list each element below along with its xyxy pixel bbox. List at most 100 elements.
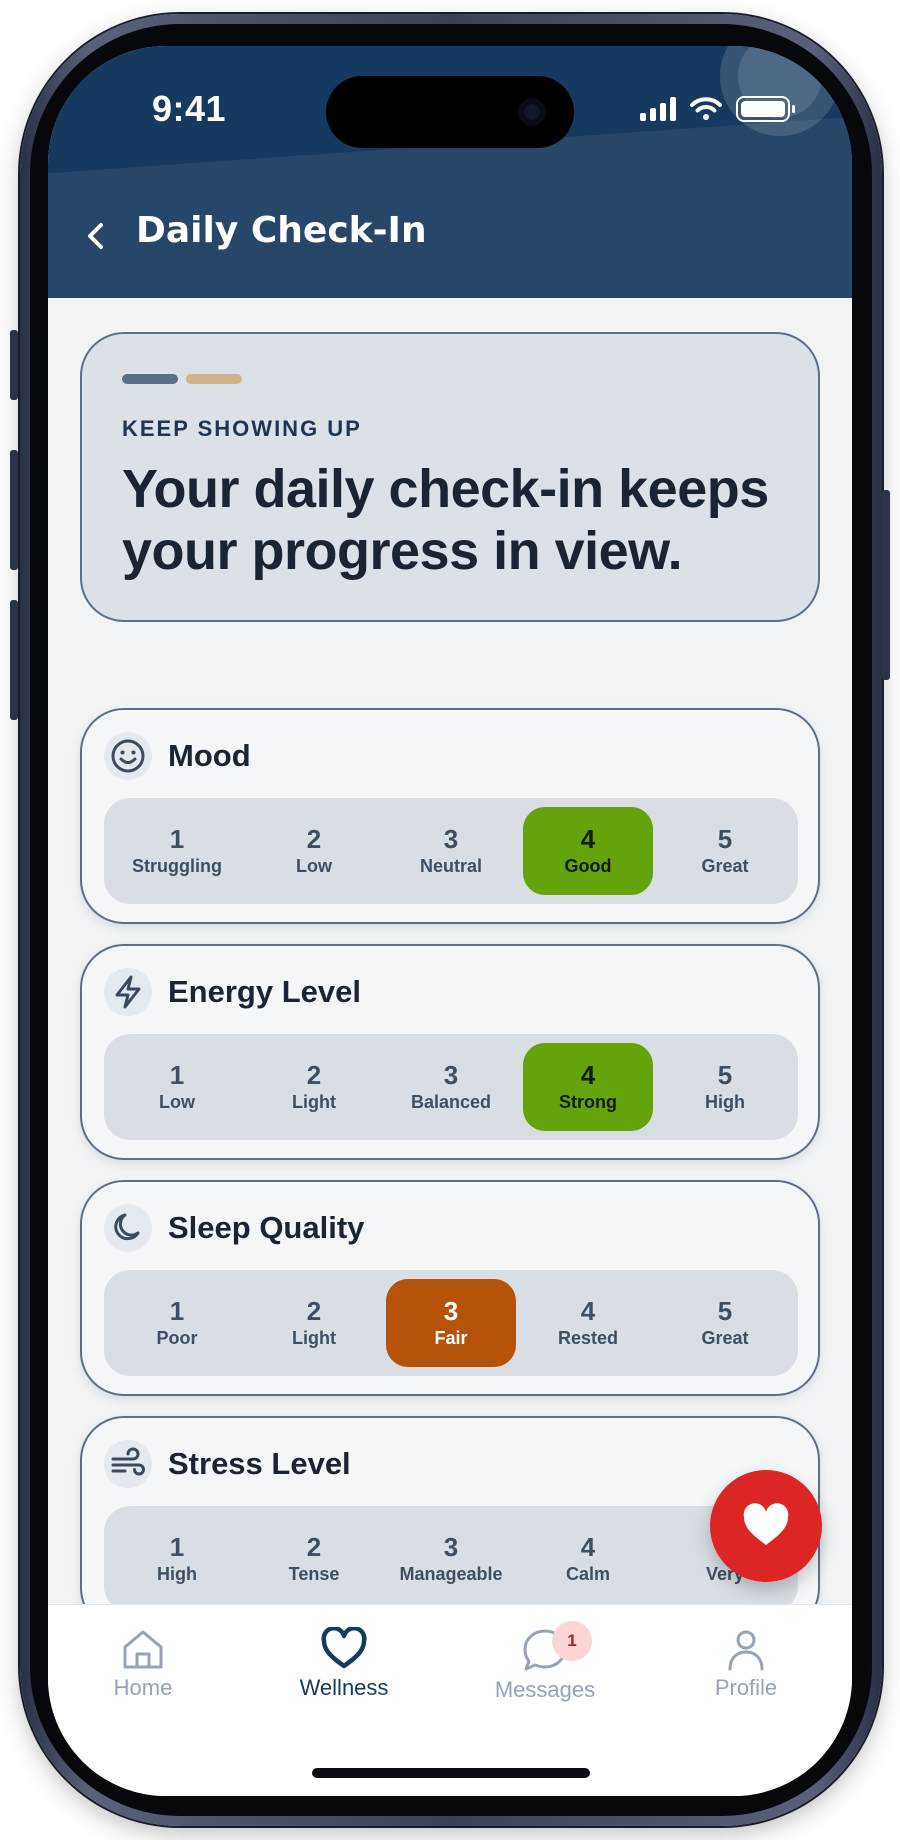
heart-outline-icon [321, 1627, 367, 1669]
tab-home[interactable]: Home [48, 1627, 238, 1717]
tab-wellness[interactable]: Wellness [249, 1627, 439, 1717]
energy-option-4-selected[interactable]: 4 Strong [523, 1043, 653, 1131]
energy-option-2[interactable]: 2 Light [249, 1043, 379, 1131]
energy-option-5[interactable]: 5 High [660, 1043, 790, 1131]
option-label: High [157, 1564, 197, 1584]
wind-icon [111, 1447, 145, 1476]
sleep-icon-badge [104, 1204, 152, 1252]
tab-label: Messages [494, 1677, 596, 1702]
option-label: Struggling [132, 856, 222, 876]
mood-option-5[interactable]: 5 Great [660, 807, 790, 895]
option-number: 5 [717, 824, 733, 854]
mood-option-3[interactable]: 3 Neutral [386, 807, 516, 895]
energy-option-3[interactable]: 3 Balanced [386, 1043, 516, 1131]
app-header: 9:41 Daily Check-In [48, 46, 852, 298]
heart-icon [743, 1503, 789, 1545]
wellness-fab[interactable] [710, 1470, 822, 1582]
mood-option-4-selected[interactable]: 4 Good [523, 807, 653, 895]
option-label: Light [292, 1092, 336, 1112]
tab-label: Profile [714, 1675, 778, 1700]
hero-accent-pill-secondary [186, 374, 242, 384]
option-label: Good [564, 856, 612, 876]
option-number: 4 [580, 1060, 596, 1090]
hero-card: KEEP SHOWING UP Your daily check-in keep… [80, 332, 820, 622]
tab-label: Home [113, 1675, 173, 1700]
option-label: High [705, 1092, 745, 1112]
volume-down-button [10, 600, 18, 720]
option-number: 4 [580, 824, 596, 854]
stress-icon-badge [104, 1440, 152, 1488]
stress-option-3[interactable]: 3 Manageable [386, 1515, 516, 1603]
hero-accent-pill [122, 374, 178, 384]
home-icon [123, 1630, 163, 1669]
option-number: 2 [306, 1296, 322, 1326]
back-button[interactable] [74, 214, 118, 258]
energy-icon-badge [104, 968, 152, 1016]
metric-label: Sleep Quality [168, 1210, 365, 1245]
hero-eyebrow: KEEP SHOWING UP [122, 416, 362, 441]
tab-profile[interactable]: Profile [651, 1627, 841, 1717]
energy-option-1[interactable]: 1 Low [112, 1043, 242, 1131]
stress-scale: 1High 2Tense 3Manageable 4Calm 5Very [104, 1506, 798, 1604]
option-label: Fair [434, 1328, 468, 1348]
dynamic-island [326, 76, 574, 148]
lightning-icon [115, 975, 141, 1009]
energy-card: Energy Level 1 Low 2 Light 3 Balanced 4 Stro… [80, 944, 820, 1160]
status-icons [640, 96, 795, 122]
action-button [10, 330, 18, 400]
option-label: Balanced [410, 1092, 492, 1112]
option-number: 5 [717, 1060, 733, 1090]
option-label: Strong [559, 1092, 617, 1112]
page-title: Daily Check-In [136, 210, 427, 251]
option-label: Great [701, 856, 749, 876]
metric-label: Stress Level [168, 1446, 351, 1481]
sleep-option-5[interactable]: 5 Great [660, 1279, 790, 1367]
sleep-card: Sleep Quality 1 Poor 2 Light 3 Fair 4 Rested… [80, 1180, 820, 1396]
sleep-option-2[interactable]: 2 Light [249, 1279, 379, 1367]
option-label: Manageable [399, 1564, 503, 1584]
option-number: 3 [443, 824, 459, 854]
moon-icon [114, 1213, 140, 1241]
cellular-signal-icon [640, 97, 676, 121]
mood-scale: 1 Struggling 2 Low 3 Neutral 4 Good 5 Great [104, 798, 798, 904]
option-label: Neutral [419, 856, 482, 876]
option-number: 2 [306, 1532, 322, 1562]
option-label: Low [296, 856, 332, 876]
mood-option-1[interactable]: 1 Struggling [112, 807, 242, 895]
mood-option-2[interactable]: 2 Low [249, 807, 379, 895]
volume-up-button [10, 450, 18, 570]
option-label: Rested [557, 1328, 619, 1348]
stress-option-1[interactable]: 1 High [112, 1515, 242, 1603]
status-time: 9:41 [152, 88, 227, 129]
option-number: 3 [443, 1296, 459, 1326]
user-icon [728, 1630, 764, 1671]
main-content[interactable]: KEEP SHOWING UP Your daily check-in keep… [48, 298, 852, 1604]
stress-card: Stress Level 1 High 2 Tense 3 Manageable 4C… [80, 1416, 820, 1604]
sleep-scale: 1 Poor 2 Light 3 Fair 4 Rested 5 Great [104, 1270, 798, 1376]
metric-label: Energy Level [168, 974, 361, 1009]
chevron-left-icon [88, 223, 103, 249]
home-indicator[interactable] [312, 1768, 590, 1778]
tab-messages[interactable]: Messages 1 [450, 1621, 640, 1717]
hero-headline: Your daily check-in keeps your progress … [122, 459, 769, 581]
sleep-option-1[interactable]: 1 Poor [112, 1279, 242, 1367]
battery-icon [736, 96, 795, 122]
metric-label: Mood [168, 738, 251, 773]
option-number: 3 [443, 1060, 459, 1090]
option-number: 2 [306, 1060, 322, 1090]
option-label: Poor [156, 1328, 198, 1348]
energy-scale: 1 Low 2 Light 3 Balanced 4 Strong 5 High [104, 1034, 798, 1140]
stress-option-4[interactable]: 4 Calm [523, 1515, 653, 1603]
stress-option-2[interactable]: 2 Tense [249, 1515, 379, 1603]
option-number: 5 [717, 1296, 733, 1326]
option-number: 1 [169, 1060, 185, 1090]
option-number: 4 [580, 1532, 596, 1562]
sleep-option-3-selected[interactable]: 3 Fair [386, 1279, 516, 1367]
sleep-option-4[interactable]: 4 Rested [523, 1279, 653, 1367]
option-label: Tense [288, 1564, 340, 1584]
smile-icon [111, 739, 145, 773]
option-number: 3 [443, 1532, 459, 1562]
wifi-icon [690, 97, 722, 120]
mood-icon-badge [104, 732, 152, 780]
option-number: 1 [169, 1532, 185, 1562]
